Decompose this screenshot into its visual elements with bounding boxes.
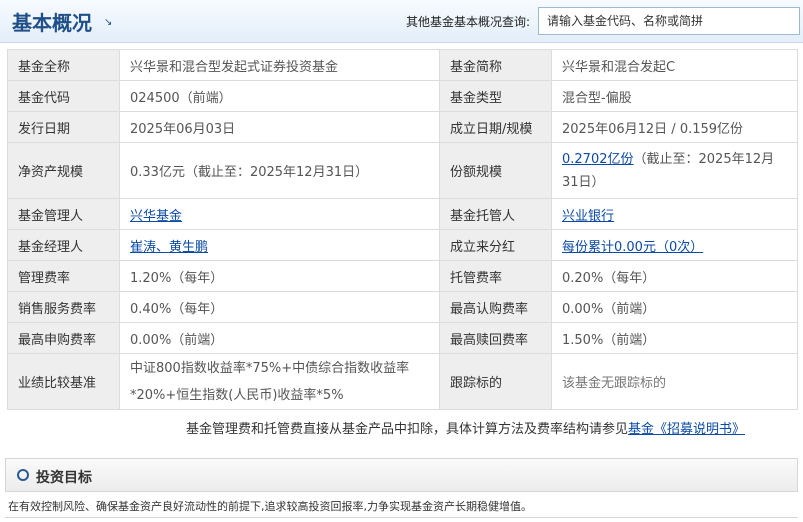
dividend-value: 每份累计0.00元（0次） [551,229,798,261]
max-redeem-value: 1.50%（前端） [551,322,798,354]
short-name-value: 兴华景和混合发起C [551,49,798,81]
table-row: 业绩比较基准 中证800指数收益率*75%+中债综合指数收益率*20%+恒生指数… [7,353,798,410]
search-label: 其他基金基本概况查询: [406,15,531,29]
net-asset-value: 0.33亿元（截止至：2025年12月31日） [119,142,440,199]
max-sub-value: 0.00%（前端） [551,291,798,323]
custodian-label: 基金托管人 [439,198,552,230]
sales-fee-label: 销售服务费率 [7,291,120,323]
dividend-label: 成立来分红 [439,229,552,261]
header-bar: 基本概况 ↘ 其他基金基本概况查询: [0,0,803,43]
table-row: 管理费率 1.20%（每年） 托管费率 0.20%（每年） [7,260,798,292]
share-value: 0.2702亿份（截止至：2025年12月31日） [551,142,798,199]
custodian-link[interactable]: 兴业银行 [562,209,614,224]
max-redeem-label: 最高赎回费率 [439,322,552,354]
prospectus-link[interactable]: 基金《招募说明书》 [628,422,745,437]
tracking-value: 该基金无跟踪标的 [551,353,798,410]
type-label: 基金类型 [439,80,552,112]
custody-fee-value: 0.20%（每年） [551,260,798,292]
table-row: 基金代码 024500（前端） 基金类型 混合型-偏股 [7,80,798,112]
net-asset-label: 净资产规模 [7,142,120,199]
custodian-value: 兴业银行 [551,198,798,230]
custody-fee-label: 托管费率 [439,260,552,292]
manager-co-value: 兴华基金 [119,198,440,230]
expand-arrow-icon[interactable]: ↘ [104,17,112,28]
managers-label: 基金经理人 [7,229,120,261]
divider [5,517,798,518]
tracking-label: 跟踪标的 [439,353,552,410]
invest-target-header: 投资目标 [5,458,798,492]
fee-note-text: 基金管理费和托管费直接从基金产品中扣除，具体计算方法及费率结构请参见 [186,422,629,437]
max-sub-label: 最高认购费率 [439,291,552,323]
managers-value: 崔涛、黄生鹏 [119,229,440,261]
fee-note: 基金管理费和托管费直接从基金产品中扣除，具体计算方法及费率结构请参见基金《招募说… [186,418,745,437]
managers-separator: 、 [156,239,170,255]
sales-fee-value: 0.40%（每年） [119,291,440,323]
code-label: 基金代码 [7,80,120,112]
share-link[interactable]: 0.2702亿份 [562,152,634,167]
establish-label: 成立日期/规模 [439,111,552,143]
invest-target-title: 投资目标 [36,470,92,486]
fund-info-table: 基金全称 兴华景和混合型发起式证券投资基金 基金简称 兴华景和混合发起C 基金代… [7,49,798,410]
code-value: 024500（前端） [119,80,440,112]
table-row: 发行日期 2025年06月03日 成立日期/规模 2025年06月12日 / 0… [7,111,798,143]
mgmt-fee-value: 1.20%（每年） [119,260,440,292]
max-purchase-value: 0.00%（前端） [119,322,440,354]
benchmark-label: 业绩比较基准 [7,353,120,410]
table-row: 基金经理人 崔涛、黄生鹏 成立来分红 每份累计0.00元（0次） [7,229,798,261]
mgmt-fee-label: 管理费率 [7,260,120,292]
table-row: 最高申购费率 0.00%（前端） 最高赎回费率 1.50%（前端） [7,322,798,354]
issue-date-value: 2025年06月03日 [119,111,440,143]
issue-date-label: 发行日期 [7,111,120,143]
circle-bullet-icon [17,469,29,481]
manager-link-1[interactable]: 崔涛 [130,240,156,255]
invest-target-text: 在有效控制风险、确保基金资产良好流动性的前提下,追求较高投资回报率,力争实现基金… [8,500,532,513]
manager-co-link[interactable]: 兴华基金 [130,209,182,224]
manager-co-label: 基金管理人 [7,198,120,230]
type-value: 混合型-偏股 [551,80,798,112]
manager-link-2[interactable]: 黄生鹏 [169,240,208,255]
table-row: 净资产规模 0.33亿元（截止至：2025年12月31日） 份额规模 0.270… [7,142,798,199]
short-name-label: 基金简称 [439,49,552,81]
share-label: 份额规模 [439,142,552,199]
dividend-link[interactable]: 每份累计0.00元（0次） [562,240,703,255]
max-purchase-label: 最高申购费率 [7,322,120,354]
full-name-label: 基金全称 [7,49,120,81]
fund-search-input[interactable] [538,7,800,35]
full-name-value: 兴华景和混合型发起式证券投资基金 [119,49,440,81]
page-title: 基本概况 [12,11,92,35]
table-row: 基金全称 兴华景和混合型发起式证券投资基金 基金简称 兴华景和混合发起C [7,49,798,81]
table-row: 销售服务费率 0.40%（每年） 最高认购费率 0.00%（前端） [7,291,798,323]
establish-value: 2025年06月12日 / 0.159亿份 [551,111,798,143]
table-row: 基金管理人 兴华基金 基金托管人 兴业银行 [7,198,798,230]
benchmark-value: 中证800指数收益率*75%+中债综合指数收益率*20%+恒生指数(人民币)收益… [119,353,440,410]
